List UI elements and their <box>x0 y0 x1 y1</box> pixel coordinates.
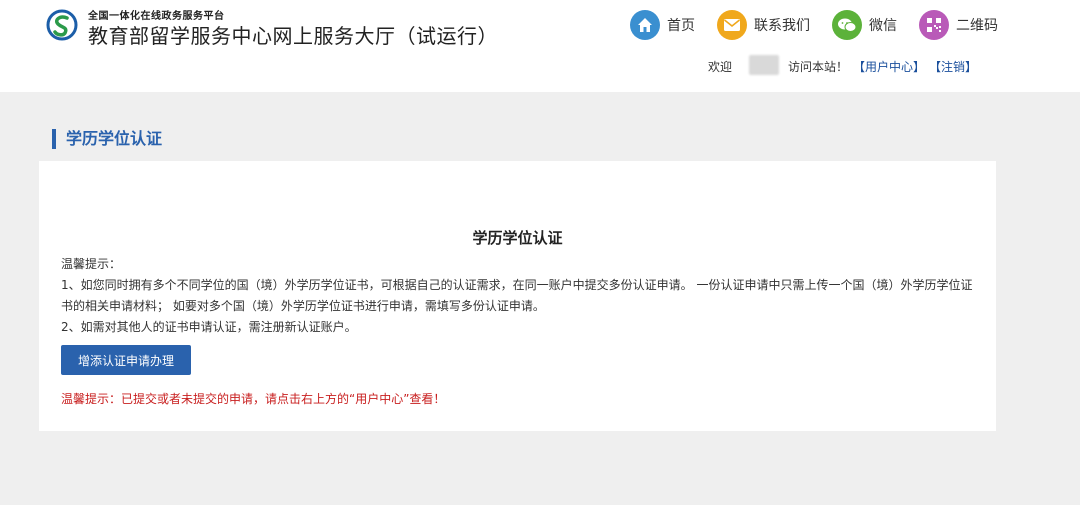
nav-contact-label: 联系我们 <box>754 18 810 34</box>
add-application-button[interactable]: 增添认证申请办理 <box>61 345 191 375</box>
tips-block: 温馨提示： 1、如您同时拥有多个不同学位的国（境）外学历学位证书，可根据自己的认… <box>61 254 976 338</box>
site-logo-icon[interactable] <box>46 9 78 41</box>
mail-icon <box>717 10 747 40</box>
visit-text: 访问本站！ <box>788 60 849 74</box>
nav-contact[interactable]: 联系我们 <box>717 8 810 42</box>
site-header: 全国一体化在线政务服务平台 教育部留学服务中心网上服务大厅（试运行） 首页 联系… <box>0 0 1080 92</box>
nav-home[interactable]: 首页 <box>630 8 695 42</box>
nav-qrcode[interactable]: 二维码 <box>919 8 998 42</box>
username-masked <box>749 55 779 75</box>
tip-item-1: 1、如您同时拥有多个不同学位的国（境）外学历学位证书，可根据自己的认证需求，在同… <box>61 278 973 313</box>
user-center-link[interactable]: 【用户中心】 <box>853 58 925 75</box>
warning-tip: 温馨提示：已提交或者未提交的申请，请点击右上方的“用户中心”查看！ <box>61 392 446 406</box>
welcome-text: 欢迎 <box>708 60 733 74</box>
site-title: 教育部留学服务中心网上服务大厅（试运行） <box>88 24 498 48</box>
nav-qrcode-label: 二维码 <box>956 18 998 34</box>
nav-wechat[interactable]: 微信 <box>832 8 897 42</box>
panel-heading: 学历学位认证 <box>472 229 563 247</box>
home-icon <box>630 10 660 40</box>
content-panel: 学历学位认证 温馨提示： 1、如您同时拥有多个不同学位的国（境）外学历学位证书，… <box>39 161 996 431</box>
tips-label: 温馨提示： <box>61 257 122 271</box>
tip-item-2: 2、如需对其他人的证书申请认证，需注册新认证账户。 <box>61 320 357 334</box>
section-title: 学历学位认证 <box>52 129 162 149</box>
qrcode-icon <box>919 10 949 40</box>
logout-link[interactable]: 【注销】 <box>929 58 977 75</box>
nav-wechat-label: 微信 <box>869 18 897 34</box>
nav-home-label: 首页 <box>667 18 695 34</box>
wechat-icon <box>832 10 862 40</box>
